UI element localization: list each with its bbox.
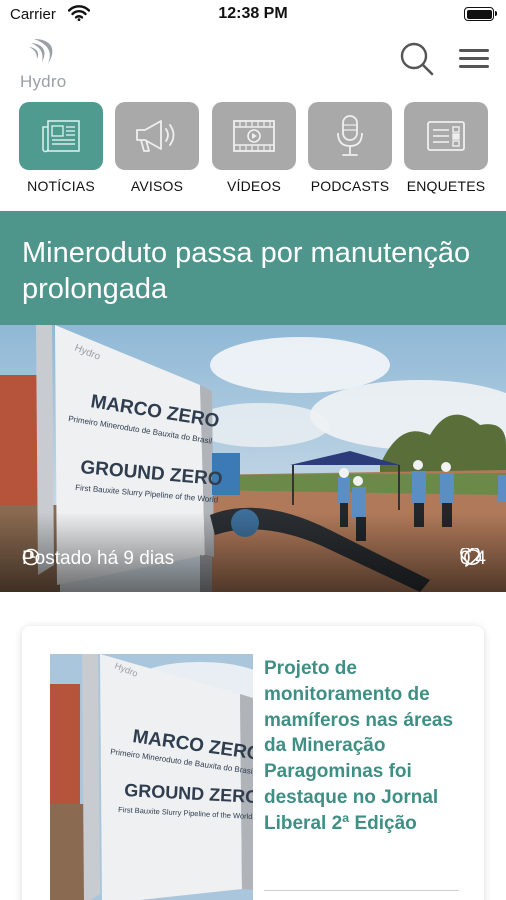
featured-image[interactable]: Hydro MARCO ZERO Primeiro Mineroduto de … bbox=[0, 325, 506, 592]
featured-headline-banner[interactable]: Mineroduto passa por manutenção prolonga… bbox=[0, 211, 506, 325]
menu-icon-bar bbox=[459, 49, 489, 52]
category-bar: NOTÍCIAS AVISOS VÍDEOS PODCASTS ENQUETES bbox=[0, 102, 506, 206]
clock-icon bbox=[22, 548, 40, 566]
post-meta: Postado há 9 dias bbox=[22, 548, 174, 570]
poll-icon bbox=[427, 121, 465, 151]
menu-icon-bar bbox=[459, 57, 489, 60]
divider bbox=[264, 890, 459, 891]
search-icon bbox=[400, 42, 434, 76]
category-label: AVISOS bbox=[130, 178, 184, 194]
category-tile bbox=[212, 102, 296, 170]
newspaper-icon bbox=[42, 120, 80, 153]
category-tile bbox=[308, 102, 392, 170]
article-title[interactable]: Projeto de monitoramento de mamíferos na… bbox=[264, 656, 464, 837]
category-label: NOTÍCIAS bbox=[27, 178, 95, 194]
article-photo: Hydro MARCO ZERO Primeiro Mineroduto de … bbox=[50, 654, 253, 900]
microphone-icon bbox=[337, 115, 363, 156]
status-bar: Carrier 12:38 PM bbox=[0, 0, 506, 30]
post-stats: 0 4 bbox=[460, 548, 486, 570]
menu-button[interactable] bbox=[456, 44, 492, 74]
clock: 12:38 PM bbox=[218, 5, 288, 22]
comment-icon[interactable] bbox=[463, 548, 484, 568]
category-noticias[interactable]: NOTÍCIAS bbox=[18, 102, 104, 194]
menu-icon-bar bbox=[459, 65, 489, 68]
category-podcasts[interactable]: PODCASTS bbox=[307, 102, 393, 194]
category-label: PODCASTS bbox=[310, 178, 390, 194]
app-header: Hydro bbox=[0, 30, 506, 98]
video-icon bbox=[233, 120, 275, 152]
article-card[interactable]: Hydro MARCO ZERO Primeiro Mineroduto de … bbox=[22, 626, 484, 900]
article-image: Hydro MARCO ZERO Primeiro Mineroduto de … bbox=[50, 654, 253, 900]
category-avisos[interactable]: AVISOS bbox=[114, 102, 200, 194]
posted-time: Postado há 9 dias bbox=[22, 548, 175, 569]
featured-title: Mineroduto passa por manutenção prolonga… bbox=[22, 237, 471, 305]
category-tile bbox=[19, 102, 103, 170]
category-tile bbox=[404, 102, 488, 170]
category-tile bbox=[115, 102, 199, 170]
megaphone-icon bbox=[136, 120, 175, 152]
battery-icon bbox=[464, 7, 497, 21]
category-enquetes[interactable]: ENQUETES bbox=[403, 102, 489, 194]
category-videos[interactable]: VÍDEOS bbox=[211, 102, 297, 194]
search-button[interactable] bbox=[398, 40, 436, 78]
hydro-logo[interactable]: Hydro bbox=[18, 38, 74, 91]
category-label: ENQUETES bbox=[406, 178, 486, 194]
logo-text: Hydro bbox=[20, 72, 67, 91]
hydro-logo-mark-icon bbox=[29, 39, 53, 64]
category-label: VÍDEOS bbox=[226, 178, 282, 194]
